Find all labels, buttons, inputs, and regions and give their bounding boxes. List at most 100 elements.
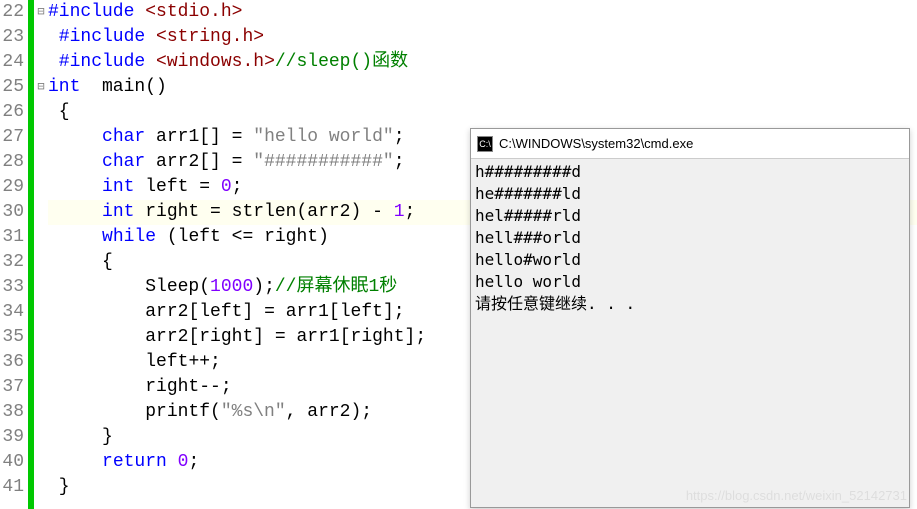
code-token: ; xyxy=(188,452,199,472)
code-line[interactable]: { xyxy=(48,100,917,125)
code-token: , xyxy=(286,402,308,422)
code-token: char xyxy=(102,152,145,172)
code-token: right xyxy=(351,327,405,347)
code-line[interactable]: int main() xyxy=(48,75,917,100)
code-token: #include xyxy=(48,2,145,22)
line-number: 37 xyxy=(0,375,24,400)
code-token: ]; xyxy=(405,327,427,347)
code-token: strlen xyxy=(232,202,297,222)
code-token: left xyxy=(199,302,242,322)
code-token: main xyxy=(80,77,145,97)
line-number: 22 xyxy=(0,0,24,25)
code-token: ( xyxy=(156,227,178,247)
code-token xyxy=(48,452,102,472)
code-token: right xyxy=(264,227,318,247)
code-token: arr2 xyxy=(145,152,199,172)
line-number: 28 xyxy=(0,150,24,175)
code-token: [] = xyxy=(199,127,253,147)
code-token: right xyxy=(134,202,210,222)
fold-spacer xyxy=(34,450,48,475)
fold-spacer xyxy=(34,50,48,75)
code-token xyxy=(48,177,102,197)
code-line[interactable]: #include <stdio.h> xyxy=(48,0,917,25)
line-number: 34 xyxy=(0,300,24,325)
line-number-gutter: 2223242526272829303132333435363738394041 xyxy=(0,0,28,509)
line-number: 40 xyxy=(0,450,24,475)
code-token: 0 xyxy=(178,452,189,472)
code-token: arr2 xyxy=(48,327,188,347)
fold-spacer xyxy=(34,150,48,175)
line-number: 35 xyxy=(0,325,24,350)
cmd-output: h#########d he#######ld hel#####rld hell… xyxy=(471,159,909,317)
fold-spacer xyxy=(34,350,48,375)
code-token: int xyxy=(102,202,134,222)
fold-spacer xyxy=(34,300,48,325)
code-token: > xyxy=(264,52,275,72)
code-token: ) xyxy=(318,227,329,247)
cmd-title: C:\WINDOWS\system32\cmd.exe xyxy=(499,136,693,151)
code-token: ( xyxy=(296,202,307,222)
code-token: left xyxy=(340,302,383,322)
code-token: = xyxy=(210,202,232,222)
code-token: --; xyxy=(199,377,231,397)
code-line[interactable]: #include <windows.h>//sleep()函数 xyxy=(48,50,917,75)
code-token: #include xyxy=(48,52,156,72)
line-number: 23 xyxy=(0,25,24,50)
code-token: //sleep()函数 xyxy=(275,52,408,72)
line-number: 33 xyxy=(0,275,24,300)
fold-spacer xyxy=(34,325,48,350)
line-number: 24 xyxy=(0,50,24,75)
code-token: { xyxy=(48,102,70,122)
code-token: ; xyxy=(394,127,405,147)
cmd-titlebar[interactable]: C:\ C:\WINDOWS\system32\cmd.exe xyxy=(471,129,909,159)
code-token: left xyxy=(178,227,232,247)
code-token: "###########" xyxy=(253,152,393,172)
cmd-window[interactable]: C:\ C:\WINDOWS\system32\cmd.exe h#######… xyxy=(470,128,910,508)
code-token: () xyxy=(145,77,167,97)
fold-spacer xyxy=(34,200,48,225)
fold-spacer xyxy=(34,425,48,450)
code-token: [ xyxy=(340,327,351,347)
code-token: ] = xyxy=(242,302,285,322)
code-token xyxy=(48,152,102,172)
fold-toggle-icon[interactable]: ⊟ xyxy=(34,75,48,100)
code-token: int xyxy=(102,177,134,197)
code-token: arr1 xyxy=(296,327,339,347)
code-token: arr1 xyxy=(286,302,329,322)
code-token xyxy=(48,227,102,247)
fold-spacer xyxy=(34,175,48,200)
line-number: 39 xyxy=(0,425,24,450)
code-token: < xyxy=(156,27,167,47)
fold-column[interactable]: ⊟⊟ xyxy=(34,0,48,509)
line-number: 29 xyxy=(0,175,24,200)
code-token: arr2 xyxy=(48,302,188,322)
code-token: char xyxy=(102,127,145,147)
line-number: 32 xyxy=(0,250,24,275)
code-token: ]; xyxy=(383,302,405,322)
watermark: https://blog.csdn.net/weixin_52142731 xyxy=(686,488,907,503)
code-token: arr2 xyxy=(307,402,350,422)
code-token: while xyxy=(102,227,156,247)
code-token: ); xyxy=(253,277,275,297)
fold-spacer xyxy=(34,250,48,275)
cmd-icon: C:\ xyxy=(477,136,493,152)
fold-spacer xyxy=(34,100,48,125)
code-token: < xyxy=(156,52,167,72)
code-token: #include xyxy=(48,27,156,47)
line-number: 36 xyxy=(0,350,24,375)
fold-spacer xyxy=(34,125,48,150)
code-token: "hello world" xyxy=(253,127,393,147)
line-number: 30 xyxy=(0,200,24,225)
code-token: ( xyxy=(199,277,210,297)
fold-spacer xyxy=(34,25,48,50)
code-token: 0 xyxy=(221,177,232,197)
code-line[interactable]: #include <string.h> xyxy=(48,25,917,50)
code-token: <= xyxy=(232,227,264,247)
fold-spacer xyxy=(34,225,48,250)
code-token: ; xyxy=(394,152,405,172)
code-token: ] = xyxy=(253,327,296,347)
fold-toggle-icon[interactable]: ⊟ xyxy=(34,0,48,25)
line-number: 41 xyxy=(0,475,24,500)
code-token: arr2 xyxy=(307,202,350,222)
code-token: ( xyxy=(210,402,221,422)
